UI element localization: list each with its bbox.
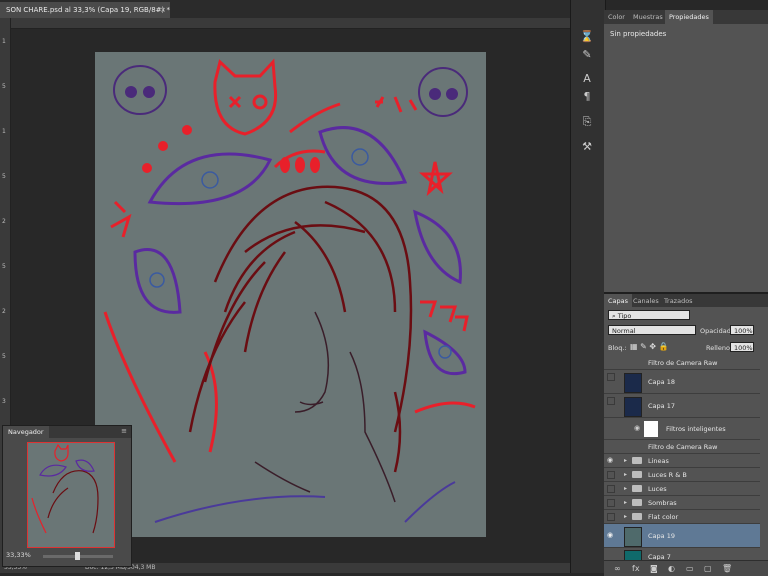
character-icon[interactable]: A <box>580 72 594 86</box>
ruler-label: 2 <box>2 308 6 315</box>
opacity-input[interactable]: 100% <box>730 325 754 335</box>
eye-icon[interactable]: ◉ <box>607 456 613 464</box>
navigator-zoom-slider[interactable] <box>43 552 113 560</box>
mask-icon[interactable]: ◙ <box>650 564 658 573</box>
ruler-label: 3 <box>2 398 6 405</box>
folder-icon <box>632 471 642 478</box>
navigator-header: Navegador ≡ <box>3 426 131 438</box>
layer-row[interactable]: ▸ Luces <box>604 482 760 496</box>
visibility-toggle[interactable] <box>607 485 615 493</box>
visibility-toggle[interactable] <box>607 513 615 521</box>
close-icon[interactable]: × <box>160 2 166 18</box>
visibility-toggle[interactable] <box>607 471 615 479</box>
folder-icon <box>632 485 642 492</box>
chevron-right-icon[interactable]: ▸ <box>624 485 627 492</box>
properties-panel: Color Muestras Propiedades Sin propiedad… <box>604 10 768 292</box>
layer-filter-dropdown[interactable]: ⌕ Tipo <box>608 310 690 320</box>
layers-panel: Capas Canales Trazados ⌕ Tipo Normal Opa… <box>604 292 768 576</box>
eye-icon[interactable]: ◉ <box>634 424 640 432</box>
navigator-zoom-value[interactable]: 33,33% <box>6 551 31 559</box>
layer-thumbnail <box>624 527 642 547</box>
layer-row[interactable]: Filtro de Camera Raw <box>604 440 760 454</box>
horizontal-ruler <box>10 18 570 29</box>
folder-icon <box>632 499 642 506</box>
tab-color[interactable]: Color <box>604 10 629 24</box>
fx-icon[interactable]: fx <box>632 564 640 573</box>
ruler-label: 5 <box>2 173 6 180</box>
slider-handle[interactable] <box>75 552 80 560</box>
visibility-toggle[interactable] <box>607 397 615 405</box>
navigator-panel: Navegador ≡ 33,33% <box>2 425 132 567</box>
layer-row-selected[interactable]: ◉ Capa 19 <box>604 524 760 548</box>
adjustment-icon[interactable]: ◐ <box>668 564 675 573</box>
layer-row[interactable]: Capa 18 <box>604 370 760 394</box>
document-tab-bar: SON CHARE.psd al 33,3% (Capa 19, RGB/8#)… <box>0 0 570 19</box>
opacity-label: Opacidad: <box>700 327 734 335</box>
lock-icons[interactable]: ▦ ✎ ✥ 🔒 <box>630 342 669 351</box>
layer-thumbnail <box>624 397 642 417</box>
lock-label: Bloq.: <box>608 344 627 352</box>
tab-navigator[interactable]: Navegador <box>3 426 49 438</box>
navigator-preview <box>31 443 99 534</box>
document-tab[interactable]: SON CHARE.psd al 33,3% (Capa 19, RGB/8#)… <box>0 2 170 18</box>
properties-tabs: Color Muestras Propiedades <box>604 10 768 24</box>
layer-row[interactable]: ◉ Filtros inteligentes <box>604 418 760 440</box>
filter-label: Tipo <box>617 312 632 320</box>
chevron-right-icon[interactable]: ▸ <box>624 457 627 464</box>
eye-icon[interactable]: ◉ <box>607 531 613 539</box>
brush-presets-icon[interactable]: ✎ <box>580 48 594 62</box>
new-group-icon[interactable]: ▭ <box>686 564 694 573</box>
layer-thumbnail <box>624 373 642 393</box>
chevron-right-icon[interactable]: ▸ <box>624 471 627 478</box>
ruler-label: 5 <box>2 83 6 90</box>
clone-source-icon[interactable]: ⎘ <box>580 115 594 129</box>
artwork-drawing <box>103 58 476 523</box>
layer-list: Filtro de Camera Raw Capa 18 Capa 17 ◉ F… <box>604 356 768 564</box>
blend-mode-value: Normal <box>612 327 636 335</box>
paragraph-icon[interactable]: ¶ <box>580 90 594 104</box>
ruler-label: 1 <box>2 128 6 135</box>
ruler-label: 1 <box>2 38 6 45</box>
navigator-thumbnail[interactable] <box>27 442 115 548</box>
ruler-label: 5 <box>2 263 6 270</box>
document-tab-title: SON CHARE.psd al 33,3% (Capa 19, RGB/8#)… <box>6 6 170 14</box>
smart-filter-mask <box>644 421 658 437</box>
tab-layers[interactable]: Capas <box>604 294 633 308</box>
chevron-right-icon[interactable]: ▸ <box>624 513 627 520</box>
layers-tabs: Capas Canales Trazados <box>604 294 768 308</box>
layers-footer: ∞ fx ◙ ◐ ▭ ▢ 🗑 <box>604 560 768 576</box>
blend-mode-dropdown[interactable]: Normal <box>608 325 696 335</box>
visibility-toggle[interactable] <box>607 499 615 507</box>
layer-row[interactable]: Capa 17 <box>604 394 760 418</box>
layer-row[interactable]: Filtro de Camera Raw <box>604 356 760 370</box>
properties-content: Sin propiedades <box>610 30 667 38</box>
fill-input[interactable]: 100% <box>730 342 754 352</box>
tab-paths[interactable]: Trazados <box>660 294 697 308</box>
link-icon[interactable]: ∞ <box>614 564 621 573</box>
panel-menu-icon[interactable]: ≡ <box>121 427 127 435</box>
tool-presets-icon[interactable]: ⚒ <box>580 140 594 154</box>
folder-icon <box>632 513 642 520</box>
visibility-toggle[interactable] <box>607 373 615 381</box>
tab-properties[interactable]: Propiedades <box>665 10 713 24</box>
artboard-image[interactable] <box>95 52 486 537</box>
layer-row[interactable]: ◉ ▸ Lineas <box>604 454 760 468</box>
chevron-right-icon[interactable]: ▸ <box>624 499 627 506</box>
tab-channels[interactable]: Canales <box>629 294 663 308</box>
trash-icon[interactable]: 🗑 <box>722 564 732 573</box>
fill-label: Relleno: <box>706 344 733 352</box>
ruler-label: 2 <box>2 218 6 225</box>
layer-row[interactable]: ▸ Flat color <box>604 510 760 524</box>
layer-row[interactable]: ▸ Luces R & B <box>604 468 760 482</box>
new-layer-icon[interactable]: ▢ <box>704 564 712 573</box>
tab-swatches[interactable]: Muestras <box>629 10 667 24</box>
history-icon[interactable]: ⌛ <box>580 30 594 44</box>
folder-icon <box>632 457 642 464</box>
layer-row[interactable]: ▸ Sombras <box>604 496 760 510</box>
ruler-label: 5 <box>2 353 6 360</box>
